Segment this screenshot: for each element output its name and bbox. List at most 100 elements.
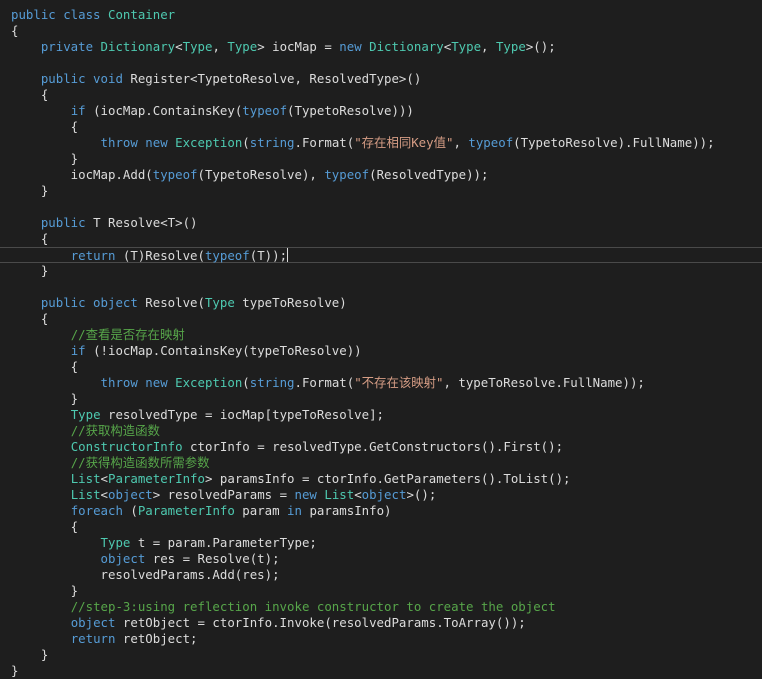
code-token: res = Resolve(t); [152,551,280,566]
keyword-token: public [40,215,94,230]
code-line[interactable]: { [0,519,762,535]
code-line[interactable]: ConstructorInfo ctorInfo = resolvedType.… [0,439,762,455]
code-token: retObject; [122,631,198,646]
keyword-token: return [70,248,123,263]
code-line[interactable]: throw new Exception(string.Format("存在相同K… [0,135,762,151]
keyword-token: string [249,375,295,390]
code-token: (T)Resolve( [122,248,205,263]
keyword-token: typeof [152,167,198,182]
type-token: Type [495,39,526,54]
keyword-token: new [294,487,325,502]
keyword-token: if [70,103,94,118]
comment-token: //查看是否存在映射 [70,327,185,342]
keyword-token: public void [40,71,131,86]
code-line[interactable]: private Dictionary<Type, Type> iocMap = … [0,39,762,55]
code-token: , typeToResolve.FullName)); [443,375,645,390]
keyword-token: object [70,615,123,630]
code-token: .Format( [294,375,355,390]
code-token: .Format( [294,135,355,150]
code-line[interactable]: { [0,87,762,103]
code-line[interactable]: resolvedParams.Add(res); [0,567,762,583]
code-token: , [453,135,469,150]
type-token: Dictionary [100,39,176,54]
keyword-token: typeof [242,103,288,118]
code-line[interactable]: } [0,151,762,167]
code-line[interactable]: iocMap.Add(typeof(TypetoResolve), typeof… [0,167,762,183]
code-line[interactable]: } [0,583,762,599]
code-line[interactable]: { [0,119,762,135]
comment-token: //获取构造函数 [70,423,160,438]
code-token: < [100,471,108,486]
keyword-token: typeof [204,248,250,263]
code-line[interactable]: //获得构造函数所需参数 [0,455,762,471]
type-token: Type [204,295,235,310]
code-line[interactable]: public object Resolve(Type typeToResolve… [0,295,762,311]
keyword-token: typeof [324,167,370,182]
code-token: (iocMap.ContainsKey( [93,103,243,118]
code-line[interactable]: public T Resolve<T>() [0,215,762,231]
code-token: retObject = ctorInfo.Invoke(resolvedPara… [122,615,526,630]
code-line[interactable]: } [0,263,762,279]
code-line[interactable]: Type t = param.ParameterType; [0,535,762,551]
code-line[interactable]: { [0,23,762,39]
code-line[interactable]: if (iocMap.ContainsKey(typeof(TypetoReso… [0,103,762,119]
code-line[interactable]: public class Container [0,7,762,23]
keyword-token: public object [40,295,146,310]
code-line[interactable]: //查看是否存在映射 [0,327,762,343]
type-token: Container [107,7,176,22]
code-line[interactable]: return (T)Resolve(typeof(T)); [0,247,762,263]
code-line[interactable]: } [0,391,762,407]
code-line[interactable] [0,279,762,295]
code-editor[interactable]: public class Container{ private Dictiona… [0,0,762,679]
code-line[interactable]: { [0,311,762,327]
code-token: < [100,487,108,502]
code-line[interactable]: List<ParameterInfo> paramsInfo = ctorInf… [0,471,762,487]
code-token: } [11,263,49,278]
code-token: (TypetoResolve).FullName)); [513,135,715,150]
code-line[interactable]: List<object> resolvedParams = new List<o… [0,487,762,503]
code-line[interactable]: object res = Resolve(t); [0,551,762,567]
code-token: (!iocMap.ContainsKey(typeToResolve)) [93,343,362,358]
code-line[interactable]: return retObject; [0,631,762,647]
keyword-token: throw new [100,375,176,390]
code-token: , [212,39,228,54]
code-line[interactable]: { [0,359,762,375]
code-line[interactable]: } [0,183,762,199]
code-token: typeToResolve) [234,295,347,310]
code-line[interactable] [0,55,762,71]
keyword-token: private [40,39,101,54]
code-line[interactable]: object retObject = ctorInfo.Invoke(resol… [0,615,762,631]
code-token: iocMap.Add( [11,167,153,182]
keyword-token: string [249,135,295,150]
keyword-token: foreach [70,503,131,518]
code-line[interactable]: } [0,663,762,679]
text-caret [287,248,289,262]
code-line[interactable]: } [0,647,762,663]
code-line[interactable]: //获取构造函数 [0,423,762,439]
code-token: resolvedParams.Add(res); [11,567,280,582]
code-token: { [11,119,79,134]
code-token: < [175,39,183,54]
code-line[interactable]: throw new Exception(string.Format("不存在该映… [0,375,762,391]
type-token: Type [100,535,131,550]
code-line[interactable]: { [0,231,762,247]
keyword-token: if [70,343,94,358]
code-line[interactable]: foreach (ParameterInfo param in paramsIn… [0,503,762,519]
code-line[interactable] [0,199,762,215]
code-line[interactable]: Type resolvedType = iocMap[typeToResolve… [0,407,762,423]
code-line[interactable]: public void Register<TypetoResolve, Reso… [0,71,762,87]
code-line[interactable]: if (!iocMap.ContainsKey(typeToResolve)) [0,343,762,359]
code-line[interactable]: //step-3:using reflection invoke constru… [0,599,762,615]
code-token: { [11,311,49,326]
